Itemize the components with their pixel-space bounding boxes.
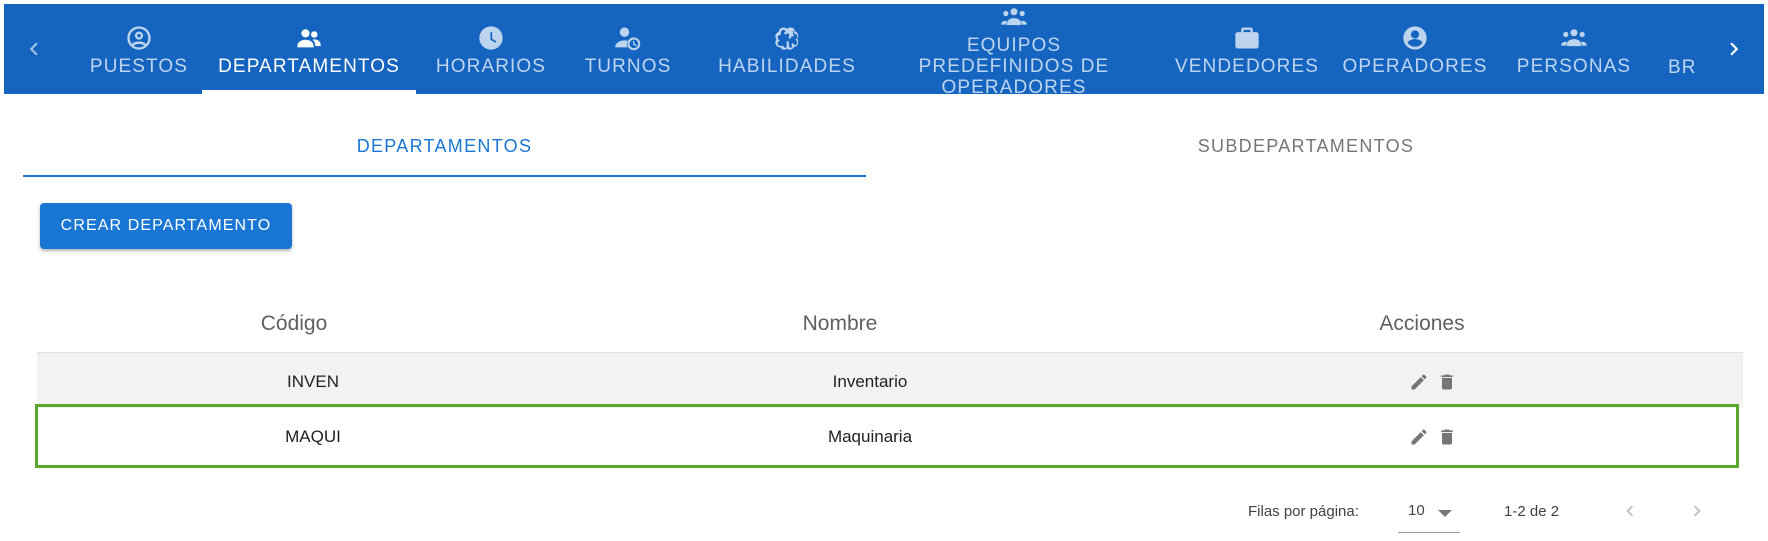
person-clock-icon [614, 24, 642, 52]
chevron-right-icon [1730, 42, 1739, 56]
delete-icon[interactable] [1437, 427, 1457, 447]
tab-subdepartamentos[interactable]: SUBDEPARTAMENTOS [866, 114, 1746, 178]
groups-icon [1000, 4, 1028, 31]
nav-tab-truncated[interactable]: BR [1668, 4, 1708, 94]
clock-icon [477, 24, 505, 52]
nav-tab-vendedores[interactable]: VENDEDORES [1160, 4, 1334, 94]
nav-tab-equipos-predefinidos[interactable]: EQUIPOS PREDEFINIDOS DE OPERADORES [884, 4, 1144, 98]
previous-page-button[interactable] [1618, 499, 1642, 523]
nav-tab-personas[interactable]: PERSONAS [1504, 4, 1644, 94]
nav-tab-puestos[interactable]: PUESTOS [84, 4, 194, 94]
nav-tab-horarios[interactable]: HORARIOS [422, 4, 560, 94]
column-header-acciones: Acciones [1379, 312, 1465, 335]
chevron-left-icon [1626, 505, 1634, 517]
nav-tab-label: HABILIDADES [718, 55, 856, 77]
nav-tab-departamentos[interactable]: DEPARTAMENTOS [202, 4, 416, 94]
row-actions [1409, 408, 1457, 466]
rows-per-page-select[interactable]: 10 [1398, 494, 1460, 533]
nav-tab-label: PUESTOS [89, 55, 189, 77]
nav-tab-label: HORARIOS [435, 55, 547, 77]
nav-tab-turnos[interactable]: TURNOS [576, 4, 680, 94]
account-circle-outline-icon [125, 24, 153, 52]
next-page-button[interactable] [1685, 499, 1709, 523]
nav-tab-label: EQUIPOS PREDEFINIDOS DE OPERADORES [918, 34, 1110, 98]
app-frame: PUESTOS DEPARTAMENTOS HORARIOS TURNOS HA [4, 4, 1764, 541]
nav-tab-label: PERSONAS [1516, 55, 1632, 77]
table-row: MAQUI Maquinaria [37, 408, 1743, 466]
tab-departamentos[interactable]: DEPARTAMENTOS [23, 114, 866, 178]
delete-icon[interactable] [1437, 372, 1457, 392]
account-circle-icon [1401, 24, 1429, 52]
column-header-nombre: Nombre [802, 312, 878, 335]
column-header-codigo: Código [260, 312, 328, 335]
top-nav-bar: PUESTOS DEPARTAMENTOS HORARIOS TURNOS HA [4, 4, 1764, 98]
dropdown-arrow-icon [1438, 510, 1452, 517]
rows-per-page-label: Filas por página: [1248, 502, 1359, 520]
nav-tab-label: OPERADORES [1342, 55, 1488, 77]
cell-nombre: Inventario [832, 372, 908, 391]
row-actions [1409, 353, 1457, 411]
cell-nombre: Maquinaria [827, 427, 913, 446]
people-icon [295, 24, 323, 52]
chevron-right-icon [1693, 505, 1701, 517]
nav-tab-operadores[interactable]: OPERADORES [1340, 4, 1490, 94]
nav-tab-label: DEPARTAMENTOS [218, 55, 400, 77]
create-department-button[interactable]: CREAR DEPARTAMENTO [40, 203, 292, 249]
cell-codigo: INVEN [287, 372, 339, 391]
briefcase-icon [1233, 24, 1261, 52]
rows-per-page-value: 10 [1408, 502, 1425, 519]
nav-tab-label: TURNOS [584, 55, 672, 77]
nav-tab-label: VENDEDORES [1174, 55, 1320, 77]
chevron-left-icon [29, 42, 38, 56]
edit-icon[interactable] [1409, 372, 1429, 392]
scroll-left-button[interactable] [4, 4, 64, 94]
table-row: INVEN Inventario [37, 352, 1743, 411]
subtab-indicator [23, 175, 866, 177]
brain-icon [773, 24, 801, 52]
active-tab-indicator [202, 90, 416, 94]
groups-icon [1560, 24, 1588, 52]
nav-tab-label: BR [1668, 57, 1697, 78]
cell-codigo: MAQUI [285, 427, 341, 446]
edit-icon[interactable] [1409, 427, 1429, 447]
scroll-right-button[interactable] [1704, 4, 1764, 94]
nav-tab-habilidades[interactable]: HABILIDADES [697, 4, 877, 94]
pagination-range: 1-2 de 2 [1504, 502, 1560, 520]
